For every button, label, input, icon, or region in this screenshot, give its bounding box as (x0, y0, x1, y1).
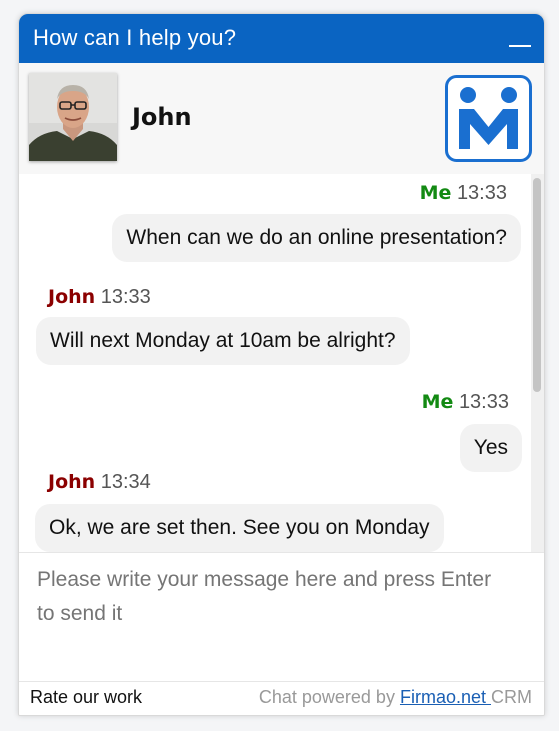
rate-our-work-link[interactable]: Rate our work (30, 687, 142, 708)
message-bubble-incoming: Will next Monday at 10am be alright? (36, 317, 410, 365)
divider (19, 552, 544, 553)
message-list[interactable]: Me 13:33 When can we do an online presen… (19, 174, 531, 552)
chat-scrollbar[interactable] (531, 174, 544, 552)
powered-prefix: Chat powered by (258, 687, 395, 707)
message-time: 13:33 (458, 391, 509, 413)
message-meta: Me 13:33 (420, 182, 507, 205)
chat-title: How can I help you? (33, 25, 237, 50)
message-input[interactable] (37, 563, 507, 683)
message-time: 13:33 (456, 182, 507, 204)
firmao-link[interactable]: Firmao.net (400, 687, 491, 707)
message-meta: Me 13:33 (422, 391, 509, 414)
message-bubble-incoming: Ok, we are set then. See you on Monday (35, 504, 444, 552)
message-bubble-outgoing: Yes (459, 424, 522, 472)
message-meta: John 13:34 (48, 471, 151, 494)
sender-name: John (48, 286, 96, 308)
agent-bar: John (19, 63, 544, 174)
agent-avatar (29, 73, 117, 161)
chat-footer: Rate our work Chat powered by Firmao.net… (19, 681, 544, 715)
sender-name: Me (421, 391, 454, 413)
powered-by: Chat powered by Firmao.net CRM (259, 687, 532, 708)
chat-titlebar[interactable]: How can I help you? (19, 14, 544, 63)
message-meta: John 13:33 (48, 286, 151, 309)
powered-suffix: CRM (491, 687, 532, 707)
scrollbar-thumb[interactable] (533, 178, 541, 392)
company-logo (445, 75, 532, 162)
agent-name: John (132, 103, 192, 131)
message-bubble-outgoing: When can we do an online presentation? (112, 214, 521, 262)
message-time: 13:33 (100, 286, 151, 308)
sender-name: John (48, 471, 96, 493)
chat-widget: How can I help you? John Me 13:33 When c… (18, 13, 545, 716)
message-time: 13:34 (100, 471, 151, 493)
sender-name: Me (419, 182, 452, 204)
minimize-icon[interactable] (509, 45, 531, 47)
